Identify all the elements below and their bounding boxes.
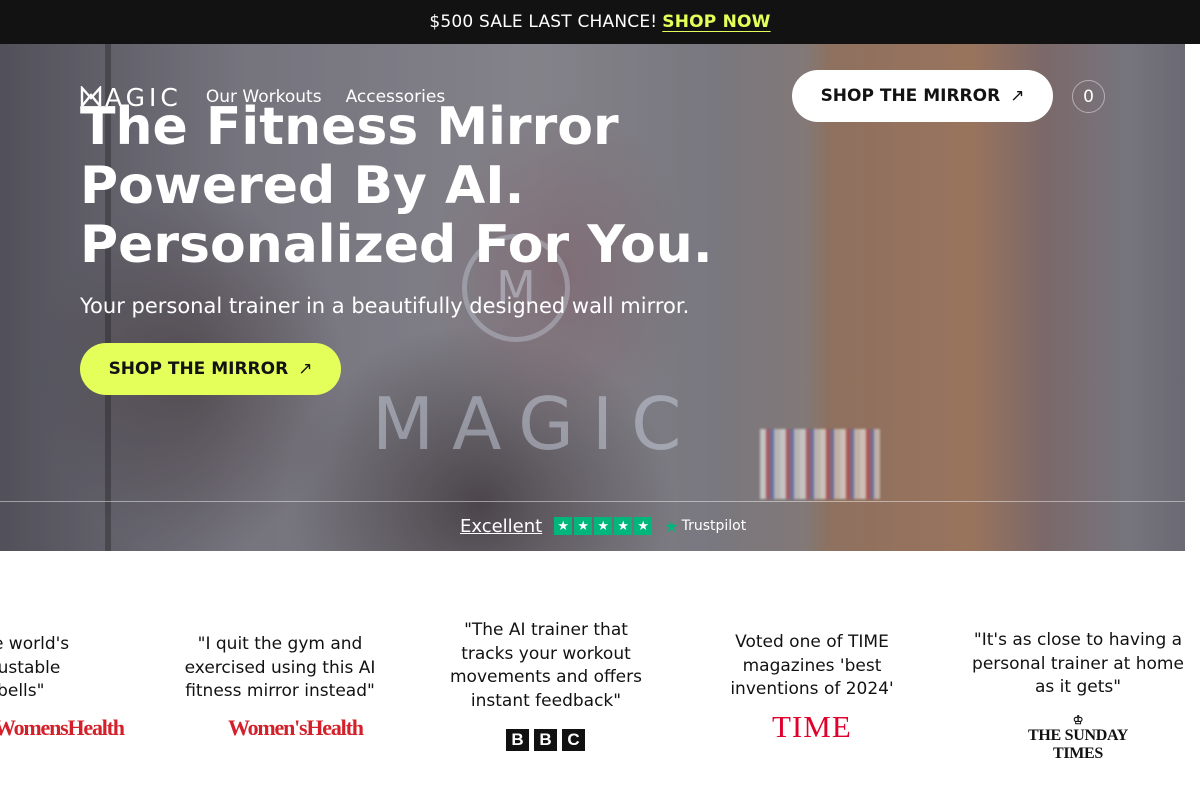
quote-line: as the world's <box>0 634 70 654</box>
header-shop-button[interactable]: SHOP THE MIRROR ↗ <box>792 70 1053 122</box>
promo-bar: $500 SALE LAST CHANCE! SHOP NOW <box>0 0 1200 44</box>
crest-icon: ♔ <box>1072 713 1084 727</box>
sunday-times-text: THE SUNDAY TIMES <box>1028 727 1128 762</box>
shop-now-link[interactable]: SHOP NOW <box>662 12 770 32</box>
headline-line-1: The Fitness Mirror <box>80 97 619 157</box>
trustpilot-brand: Trustpilot <box>681 518 747 534</box>
promo-text: $500 SALE LAST CHANCE! <box>429 12 658 32</box>
star-icon: ★ <box>634 517 653 535</box>
press-quote: "I quit the gym and exercised using this… <box>184 634 376 701</box>
trust-stars: ★ ★ ★ ★ ★ <box>554 517 654 535</box>
sunday-times-logo: ♔ THE SUNDAY TIMES <box>1002 713 1154 763</box>
press-quote: as the world's t adjustable nbbells" <box>0 633 115 704</box>
womens-health-logo: Women'sHealth <box>228 715 364 740</box>
star-icon: ★ <box>594 517 613 535</box>
womens-health-logo: WomensHealth <box>0 715 125 740</box>
press-quote: Voted one of TIME magazines 'best invent… <box>730 632 894 699</box>
hero-shop-button[interactable]: SHOP THE MIRROR ↗ <box>80 343 341 395</box>
trustpilot-logo: ★ Trustpilot <box>664 517 746 536</box>
hero-subline: Your personal trainer in a beautifully d… <box>80 294 690 318</box>
bbc-logo: BBC <box>506 729 590 751</box>
trust-rating-label: Excellent <box>460 515 543 537</box>
headline-line-3: Personalized For You. <box>80 215 713 275</box>
press-carousel: as the world's t adjustable nbbells" Wom… <box>0 551 1200 800</box>
quote-line: t adjustable <box>0 657 61 678</box>
headline-line-2: Powered By AI. <box>80 156 525 216</box>
trustpilot-star-icon: ★ <box>664 516 679 536</box>
trustpilot-widget[interactable]: Excellent ★ ★ ★ ★ ★ ★ Trustpilot <box>460 514 746 538</box>
star-icon: ★ <box>574 517 593 535</box>
arrow-up-right-icon: ↗ <box>1010 86 1025 106</box>
arrow-up-right-icon: ↗ <box>298 359 313 379</box>
header-shop-label: SHOP THE MIRROR <box>820 86 1001 106</box>
press-quote: "The AI trainer that tracks your workout… <box>449 620 642 711</box>
hero-section: M MAGIC AGIC Our Workouts Accessories SH… <box>0 44 1185 551</box>
background-bookshelf <box>760 429 880 499</box>
hero-headline: The Fitness Mirror Powered By AI. Person… <box>80 98 720 275</box>
cart-button[interactable]: 0 <box>1072 80 1105 113</box>
quote-line: nbbells" <box>0 681 45 701</box>
mirror-reflection-logo: MAGIC <box>372 382 700 466</box>
hero-shop-label: SHOP THE MIRROR <box>108 359 289 379</box>
star-icon: ★ <box>554 517 573 535</box>
star-icon: ★ <box>614 517 633 535</box>
press-quote: "It's as close to having a personal trai… <box>972 630 1184 697</box>
time-logo: TIME <box>772 709 852 744</box>
cart-count: 0 <box>1083 86 1094 107</box>
hero-divider <box>0 501 1185 502</box>
